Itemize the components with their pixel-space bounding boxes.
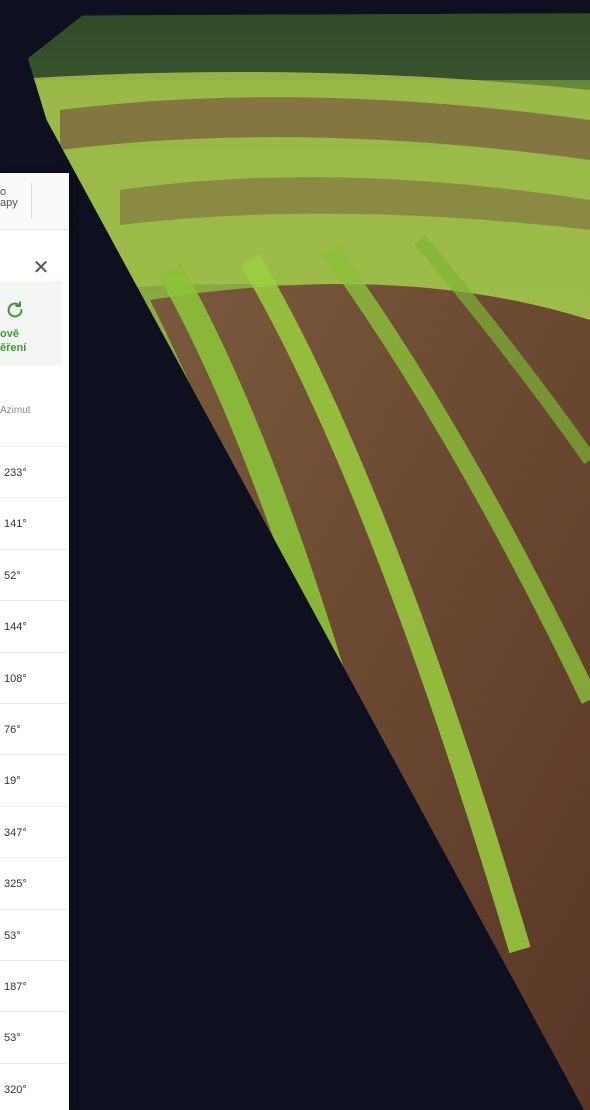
azimuth-cell: 141° <box>4 518 27 531</box>
azimuth-cell: 108° <box>4 672 27 685</box>
azimuth-cell: 53° <box>4 1032 21 1045</box>
azimuth-cell: 233° <box>4 467 27 479</box>
azimuth-cell: 76° <box>4 723 21 736</box>
table-row[interactable]: 76° <box>0 702 69 754</box>
azimuth-cell: 347° <box>4 826 27 839</box>
toolbar-divider <box>31 183 32 219</box>
table-row[interactable]: 52° <box>0 548 69 600</box>
azimuth-cell: 320° <box>4 1083 27 1096</box>
table-row[interactable]: 187° <box>0 959 69 1011</box>
map-layers-label[interactable]: o apy <box>0 187 40 209</box>
table-row[interactable]: 53° <box>0 1011 69 1062</box>
azimuth-cell: 53° <box>4 929 21 942</box>
azimuth-cell: 325° <box>4 878 27 891</box>
field-photo <box>17 13 590 1110</box>
table-row[interactable]: 108° <box>0 651 69 703</box>
table-row[interactable]: 347° <box>0 805 69 857</box>
azimuth-cell: 144° <box>4 621 27 634</box>
table-row[interactable]: 141° <box>0 497 69 548</box>
table-row[interactable]: 320° <box>0 1062 69 1110</box>
table-row[interactable]: 233° <box>0 446 69 497</box>
new-measurement-label: ově ěření <box>0 328 27 354</box>
table-row[interactable]: 19° <box>0 754 69 805</box>
measurement-panel: o apy ✕ ově ěření Azimut 233° 141° 52° 1… <box>0 173 69 1110</box>
table-row[interactable]: 144° <box>0 600 69 651</box>
azimuth-cell: 187° <box>4 980 27 993</box>
azimuth-column-header: Azimut <box>0 405 31 416</box>
field-photo-art <box>17 13 590 1110</box>
table-row[interactable]: 53° <box>0 908 69 960</box>
azimuth-cell: 52° <box>4 569 21 582</box>
azimuth-table: 233° 141° 52° 144° 108° 76° 19° 347° 325… <box>0 446 69 1110</box>
azimuth-cell: 19° <box>4 775 21 788</box>
refresh-icon <box>7 301 23 318</box>
panel-toolbar: o apy <box>0 173 69 230</box>
new-measurement-button[interactable]: ově ěření <box>0 281 62 365</box>
table-row[interactable]: 325° <box>0 857 69 908</box>
close-icon[interactable]: ✕ <box>32 258 50 278</box>
